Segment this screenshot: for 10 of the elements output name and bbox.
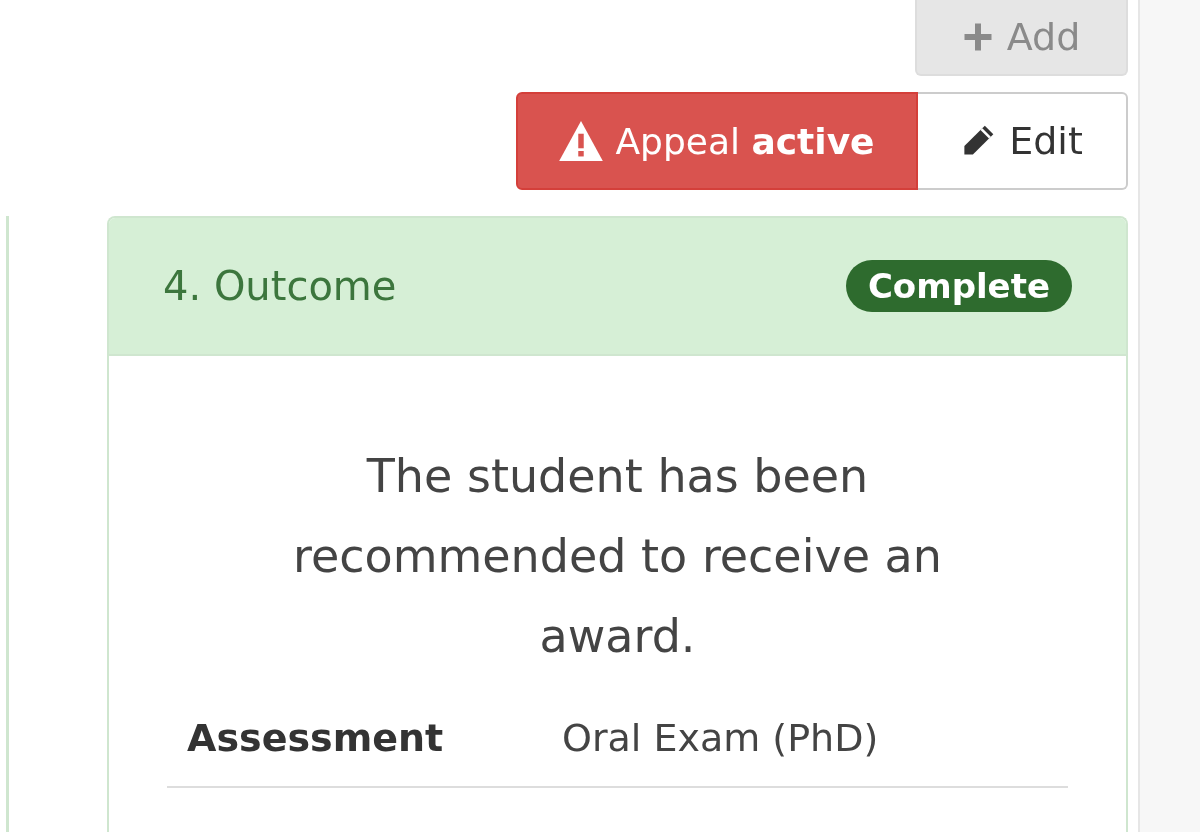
detail-label: Assessment (187, 716, 445, 760)
plus-icon (962, 22, 993, 52)
detail-value: Oral Exam (PhD) (562, 716, 879, 760)
appeal-button[interactable]: Appeal active (516, 92, 918, 190)
status-badge: Complete (845, 260, 1072, 312)
card-title: 4. Outcome (163, 263, 397, 309)
edit-button[interactable]: Edit (918, 92, 1128, 190)
outcome-message: The student has been recommended to receive an award. (292, 448, 943, 665)
pencil-icon (961, 124, 996, 158)
warning-icon (559, 121, 604, 161)
